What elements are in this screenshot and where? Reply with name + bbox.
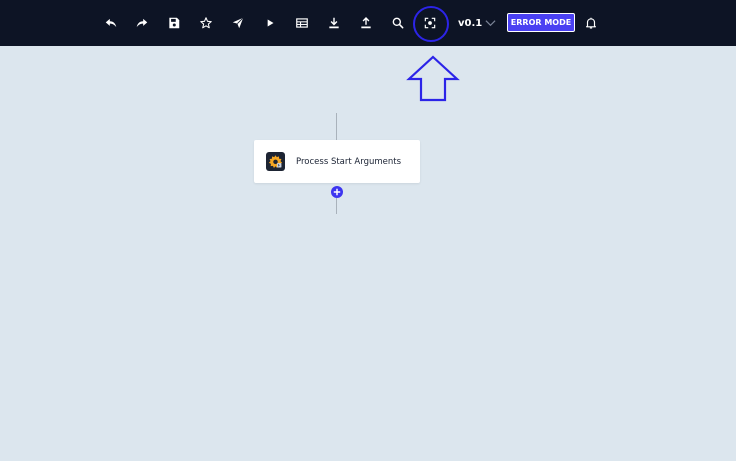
notifications-button[interactable]: [581, 13, 601, 33]
run-button[interactable]: [260, 13, 280, 33]
download-button[interactable]: [324, 13, 344, 33]
search-button[interactable]: [388, 13, 408, 33]
focus-icon: [424, 17, 436, 29]
redo-button[interactable]: [132, 13, 152, 33]
undo-icon: [105, 18, 117, 28]
send-icon: [232, 17, 244, 29]
connector-line-bottom: [336, 198, 337, 214]
redo-icon: [136, 18, 148, 28]
search-icon: [392, 17, 404, 29]
table-icon: [296, 18, 308, 28]
top-toolbar: v0.1 ERROR MODE: [0, 0, 736, 46]
focus-button[interactable]: [420, 13, 440, 33]
play-icon: [267, 19, 274, 27]
version-dropdown[interactable]: v0.1: [458, 15, 496, 31]
connector-line-top: [336, 113, 337, 140]
undo-button[interactable]: [101, 13, 121, 33]
save-icon: [169, 17, 180, 29]
error-mode-button[interactable]: ERROR MODE: [507, 13, 575, 32]
bell-icon: [586, 17, 596, 29]
process-node[interactable]: Process Start Arguments: [254, 140, 420, 183]
upload-button[interactable]: [356, 13, 376, 33]
chevron-down-icon: [485, 20, 496, 27]
node-label: Process Start Arguments: [296, 156, 402, 167]
send-button[interactable]: [228, 13, 248, 33]
version-label: v0.1: [458, 17, 483, 29]
node-icon: [266, 152, 285, 171]
star-button[interactable]: [196, 13, 216, 33]
table-button[interactable]: [292, 13, 312, 33]
annotation-arrow-icon: [406, 55, 460, 102]
star-icon: [200, 17, 212, 29]
upload-icon: [361, 17, 371, 29]
save-button[interactable]: [164, 13, 184, 33]
download-icon: [329, 17, 339, 29]
gear-icon: [268, 155, 283, 168]
plus-icon: [333, 188, 341, 196]
add-step-button[interactable]: [331, 186, 343, 198]
